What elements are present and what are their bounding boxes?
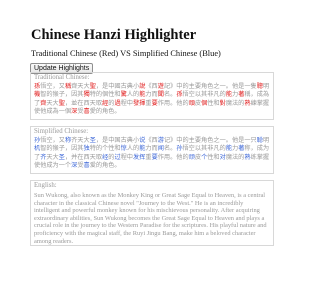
page: Chinese Hanzi Highlighter Traditional Ch… <box>0 0 300 295</box>
plain-text: ，是中国古典小 <box>95 137 140 144</box>
plain-text: 智的猴子，因其 <box>40 91 84 99</box>
plain-text: 《西 <box>145 83 158 90</box>
plain-text: 記》中的主要角色之一。他是一隻 <box>163 83 257 90</box>
plain-text: 悟空，又 <box>40 137 65 144</box>
plain-text: 天大 <box>46 153 59 161</box>
english-text-panel[interactable]: English: Sun Wukong, also known as the M… <box>30 180 274 246</box>
plain-text: 名。 <box>163 91 177 99</box>
traditional-text-panel[interactable]: Traditional Chinese: 孫悟空，又稱齊天大聖，是中國古典小說《… <box>30 72 274 120</box>
plain-text: 悟空，又 <box>40 83 65 90</box>
plain-text: 性和 <box>207 153 220 161</box>
simplified-label: Simplified Chinese: <box>34 128 89 135</box>
simplified-text: 孙悟空，又称齐天大圣，是中国古典小说《西游记》中的主要角色之一。他是一只聪明机智… <box>34 137 270 170</box>
traditional-text: 孫悟空，又稱齊天大聖，是中國古典小說《西遊記》中的主要角色之一。他是一隻聰明機智… <box>34 83 270 116</box>
plain-text: ，是中國古典小 <box>95 83 140 90</box>
english-text: Sun Wukong, also known as the Monkey Kin… <box>34 192 267 245</box>
plain-text: 智的猴子，因其 <box>40 145 84 153</box>
plain-text: 作用。他的 <box>157 153 189 161</box>
plain-text: 齊天大 <box>71 83 90 90</box>
plain-text: ，並在西天取 <box>64 99 103 107</box>
plain-text: 程中 <box>120 153 133 161</box>
page-subtitle: Traditional Chinese (Red) VS Simplified … <box>31 49 221 58</box>
highlighted-char: 發揮 <box>133 99 146 107</box>
plain-text: 明 <box>262 83 270 90</box>
english-label: English: <box>34 182 57 189</box>
plain-text: 人的 <box>126 145 140 153</box>
plain-text: 力而 <box>145 145 158 153</box>
plain-text: ，并在西天取 <box>64 153 103 161</box>
plain-text: 特的个性和 <box>89 145 121 153</box>
simplified-text-panel[interactable]: Simplified Chinese: 孙悟空，又称齐天大圣，是中国古典小说《西… <box>30 126 274 174</box>
plain-text: 愛的角色。 <box>89 107 121 115</box>
plain-text: 天大 <box>46 99 59 107</box>
plain-text: 悟空以其非凡的 <box>182 145 226 153</box>
plain-text: 齐天大 <box>71 137 90 144</box>
plain-text: 作用。他的 <box>157 99 189 107</box>
plain-text: 魔法的 <box>225 99 245 107</box>
plain-text: 性和 <box>207 99 220 107</box>
plain-text: 名。 <box>163 145 177 153</box>
plain-text: 记》中的主要角色之一。他是一只 <box>163 137 257 144</box>
plain-text: 人的 <box>126 91 140 99</box>
page-title: Chinese Hanzi Highlighter <box>31 27 197 43</box>
plain-text: 悟空以其非凡的 <box>182 91 226 99</box>
traditional-label: Traditional Chinese: <box>34 74 90 81</box>
plain-text: 爱的角色。 <box>89 161 121 169</box>
highlighted-char: 发挥 <box>133 153 146 161</box>
plain-text: 魔法的 <box>225 153 245 161</box>
plain-text: 特的個性和 <box>89 91 121 99</box>
plain-text: 程中 <box>120 99 133 107</box>
plain-text: 力而 <box>145 91 158 99</box>
plain-text: 《西 <box>145 137 158 144</box>
plain-text: 明 <box>262 137 270 144</box>
